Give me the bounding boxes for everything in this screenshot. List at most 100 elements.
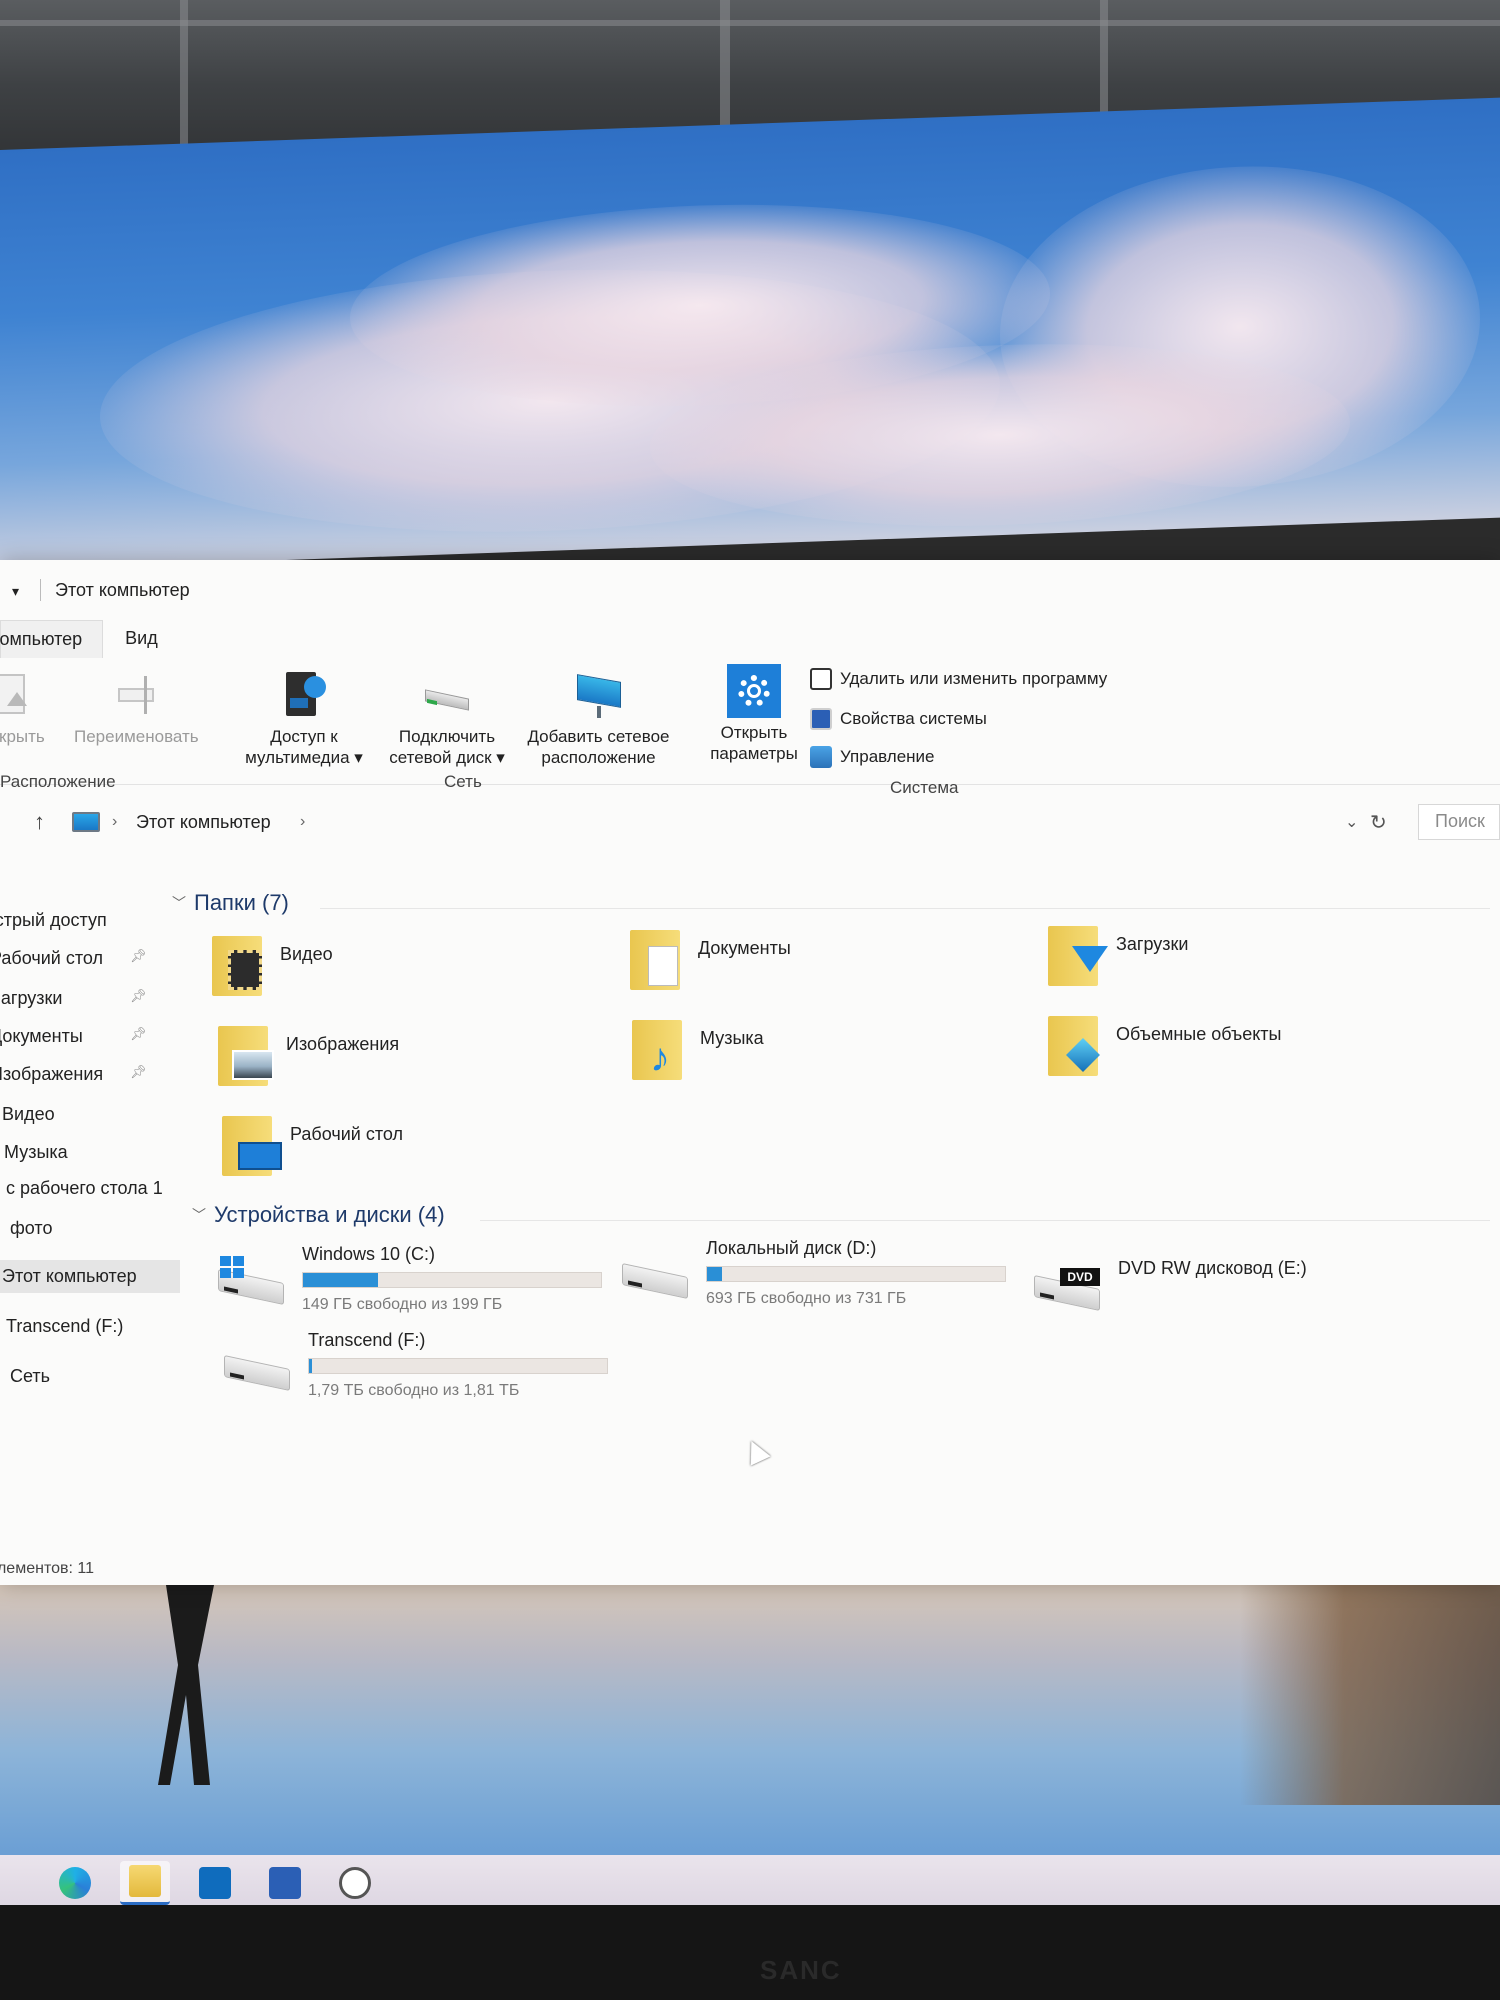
ribbon: Открыть Переименовать Расположение Досту… [0, 660, 1500, 797]
downloads-folder-icon [1044, 922, 1108, 988]
drive-name: DVD RW дисковод (E:) [1118, 1258, 1307, 1278]
tab-computer[interactable]: Компьютер [0, 620, 104, 658]
sidebar-item-quick-access[interactable]: Быстрый доступ [0, 910, 107, 931]
open-settings-button[interactable]: Открыть параметры [702, 664, 806, 764]
drive-name: Локальный диск (D:) [706, 1238, 877, 1258]
add-network-location-button[interactable]: Добавить сетевое расположение [516, 668, 681, 768]
add-network-location-icon [573, 668, 625, 722]
pin-icon: 📌︎ [130, 988, 147, 1003]
drive-usage-fill [309, 1359, 312, 1373]
items-count: Элементов: 11 [0, 1560, 94, 1577]
rename-button[interactable]: Переименовать [74, 668, 199, 747]
taskbar-word[interactable] [260, 1861, 310, 1905]
search-box[interactable]: Поиск [1418, 804, 1500, 840]
sidebar-item-label: Видео [2, 1104, 55, 1124]
dvd-drive-icon: DVD [1034, 1268, 1102, 1312]
system-properties-button[interactable]: Свойства системы [810, 708, 987, 730]
open-label: Открыть [0, 727, 45, 746]
sidebar-item-downloads[interactable]: Загрузки 📌︎ [0, 988, 147, 1009]
folder-name: Объемные объекты [1116, 1024, 1282, 1044]
sidebar-item-network[interactable]: Сеть [10, 1366, 50, 1387]
file-explorer-icon [129, 1865, 161, 1897]
sidebar-item-pictures[interactable]: Изображения 📌︎ [0, 1064, 147, 1085]
usb-drive-icon [224, 1348, 292, 1392]
drive-free-space: 693 ГБ свободно из 731 ГБ [706, 1290, 907, 1307]
drive-usage-fill [303, 1273, 378, 1287]
folders-section-header[interactable]: ﹀ Папки (7) [172, 890, 289, 916]
sidebar-item-label: Рабочий стол [0, 948, 103, 968]
breadcrumb-separator: › [112, 813, 118, 830]
breadcrumb-expand-chevron[interactable]: › [300, 813, 305, 831]
add-network-location-label: Добавить сетевое расположение [527, 727, 670, 767]
up-arrow-icon[interactable]: ↑ [34, 809, 45, 835]
tab-view[interactable]: Вид [103, 620, 180, 658]
uninstall-program-button[interactable]: Удалить или изменить программу [810, 668, 1107, 690]
media-access-label: Доступ к мультимедиа ▾ [245, 727, 363, 767]
media-access-button[interactable]: Доступ к мультимедиа ▾ [244, 668, 364, 768]
manage-icon [810, 746, 832, 768]
taskbar-outlook[interactable] [190, 1861, 240, 1905]
map-network-drive-label: Подключить сетевой диск ▾ [389, 727, 505, 767]
sidebar-item-label: Быстрый доступ [0, 910, 107, 930]
group-label-system: Система [890, 778, 959, 797]
taskbar-whatsapp[interactable] [330, 1861, 380, 1905]
sidebar-item-music[interactable]: Музыка [4, 1142, 68, 1163]
ribbon-tabs: Компьютер Вид [0, 620, 180, 658]
manage-button[interactable]: Управление [810, 746, 935, 768]
documents-folder-icon [626, 926, 688, 992]
desktop-wallpaper-sky [0, 97, 1500, 571]
folder-name: Документы [698, 938, 791, 958]
pin-icon: 📌︎ [130, 948, 147, 963]
group-label-location: Расположение [0, 772, 116, 791]
window-title: Этот компьютер [55, 579, 190, 600]
folder-name: Музыка [700, 1028, 764, 1048]
breadcrumb-this-pc[interactable]: Этот компьютер [136, 812, 271, 833]
taskbar-edge[interactable] [50, 1861, 100, 1905]
address-history-chevron-down-icon[interactable]: ⌄ [1345, 812, 1358, 832]
refresh-icon[interactable]: ↻ [1370, 810, 1387, 835]
sidebar-item-label: Transcend (F:) [6, 1316, 124, 1336]
title-separator [40, 579, 41, 601]
sidebar-item-label: Сеть [10, 1366, 51, 1386]
sidebar-item-documents[interactable]: Документы 📌︎ [0, 1026, 147, 1047]
address-bar: ↑ › Этот компьютер › ⌄ ↻ Поиск [0, 800, 1500, 844]
taskbar-file-explorer[interactable] [120, 1860, 170, 1905]
drive-name: Transcend (F:) [308, 1330, 426, 1350]
sidebar-item-label: Музыка [4, 1142, 68, 1162]
desktop-folder-icon [218, 1112, 282, 1178]
sidebar-item-from-desktop-1[interactable]: с рабочего стола 1 [6, 1178, 163, 1199]
drives-section-header[interactable]: ﹀ Устройства и диски (4) [192, 1202, 445, 1228]
drive-usage-fill [707, 1267, 722, 1281]
quick-access-toolbar-dropdown-icon[interactable]: ▾ [12, 583, 26, 599]
open-button[interactable]: Открыть [0, 668, 45, 747]
uninstall-program-label: Удалить или изменить программу [840, 669, 1108, 688]
hard-drive-icon [622, 1256, 690, 1300]
system-properties-label: Свойства системы [840, 709, 987, 728]
sidebar-item-transcend[interactable]: Transcend (F:) [6, 1316, 123, 1337]
settings-gear-icon [727, 664, 781, 718]
map-network-drive-button[interactable]: Подключить сетевой диск ▾ [382, 668, 512, 768]
group-label-network: Сеть [444, 772, 482, 791]
video-folder-icon [208, 932, 270, 998]
monitor-bezel: SANC [0, 1905, 1500, 2000]
sidebar-item-label: Документы [0, 1026, 83, 1046]
folder-name: Рабочий стол [290, 1124, 403, 1144]
sidebar-item-videos[interactable]: Видео [2, 1104, 55, 1125]
section-divider [480, 1220, 1490, 1221]
sidebar-item-this-pc[interactable]: Этот компьютер [0, 1260, 180, 1293]
chevron-down-icon: ﹀ [172, 895, 186, 911]
search-placeholder: Поиск [1435, 811, 1485, 831]
drive-usage-bar [302, 1272, 602, 1288]
taskbar [0, 1855, 1500, 1910]
folder-name: Видео [280, 944, 333, 964]
tab-computer-label: Компьютер [0, 629, 83, 649]
title-bar: ▾ Этот компьютер [0, 570, 190, 610]
whatsapp-icon [339, 1866, 371, 1899]
sidebar-item-photo[interactable]: фото [10, 1218, 52, 1239]
drive-usage-bar [706, 1266, 1006, 1282]
sidebar-item-desktop[interactable]: Рабочий стол 📌︎ [0, 948, 147, 969]
desktop-wallpaper-lake [0, 1575, 1500, 1895]
open-icon [0, 668, 37, 722]
section-divider [320, 908, 1490, 909]
sidebar-item-label: фото [10, 1218, 53, 1238]
